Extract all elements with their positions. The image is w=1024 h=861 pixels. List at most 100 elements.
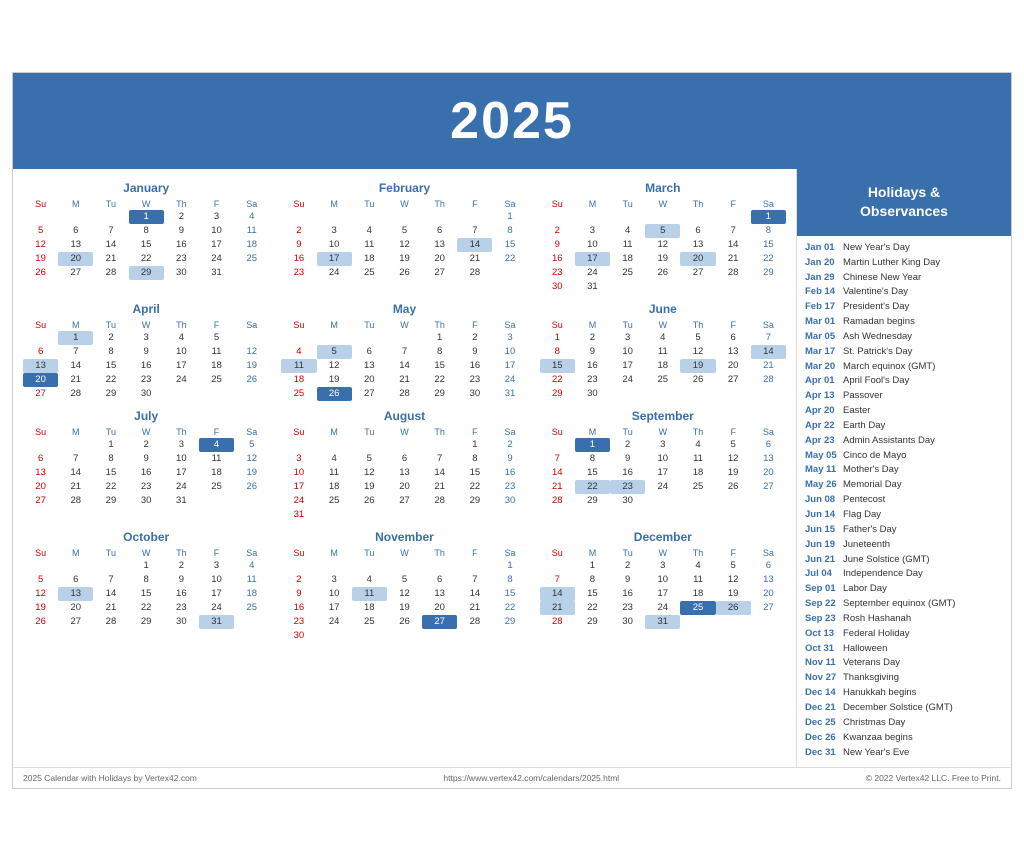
- calendar-day: [387, 331, 422, 345]
- holiday-item: Apr 01April Fool's Day: [805, 375, 1003, 387]
- calendar-day: 23: [610, 601, 645, 615]
- calendar-day: 1: [58, 331, 93, 345]
- month-june: JuneSuMTuWThFSa1234567891011121314151617…: [540, 302, 786, 401]
- calendar-day: [317, 508, 352, 522]
- holiday-item: Sep 22September equinox (GMT): [805, 598, 1003, 610]
- calendar-day: [234, 387, 269, 401]
- calendar-day: 10: [575, 238, 610, 252]
- calendar-day: 21: [457, 601, 492, 615]
- calendar-table: SuMTuWThFSa12345678910111213141516171819…: [23, 426, 269, 508]
- holiday-name: Chinese New Year: [843, 272, 921, 284]
- calendar-day: 6: [751, 559, 786, 573]
- footer-center: https://www.vertex42.com/calendars/2025.…: [443, 773, 619, 783]
- calendar-day: 3: [645, 438, 680, 452]
- calendar-day: 18: [352, 252, 387, 266]
- calendar-day: 18: [317, 480, 352, 494]
- holiday-name: Martin Luther King Day: [843, 257, 940, 269]
- calendar-day: 22: [492, 601, 527, 615]
- holiday-date: Sep 23: [805, 613, 843, 625]
- footer-right: © 2022 Vertex42 LLC. Free to Print.: [866, 773, 1001, 783]
- calendar-day: 8: [540, 345, 575, 359]
- calendar-day: 24: [164, 373, 199, 387]
- calendar-day: 14: [751, 345, 786, 359]
- calendar-day: 20: [422, 601, 457, 615]
- calendar-day: [352, 210, 387, 224]
- holiday-item: Apr 20Easter: [805, 405, 1003, 417]
- calendar-day: [680, 280, 715, 294]
- holiday-item: Apr 22Earth Day: [805, 420, 1003, 432]
- calendar-day: 10: [645, 452, 680, 466]
- holiday-name: St. Patrick's Day: [843, 346, 912, 358]
- calendar-day: 5: [680, 331, 715, 345]
- calendar-day: 14: [93, 238, 128, 252]
- holiday-name: Easter: [843, 405, 870, 417]
- calendar-day: 4: [610, 224, 645, 238]
- calendar-day: [492, 266, 527, 280]
- calendar-day: 28: [58, 494, 93, 508]
- months-grid: JanuarySuMTuWThFSa1234567891011121314151…: [23, 181, 786, 643]
- calendar-day: 27: [422, 615, 457, 629]
- calendar-day: 13: [23, 466, 58, 480]
- month-title: February: [281, 181, 527, 195]
- calendar-day: 12: [352, 466, 387, 480]
- calendar-day: [680, 494, 715, 508]
- calendar-day: [352, 438, 387, 452]
- calendar-day: 8: [492, 573, 527, 587]
- calendar-day: 19: [23, 252, 58, 266]
- calendar-day: 23: [281, 615, 316, 629]
- calendar-day: 12: [645, 238, 680, 252]
- calendar-day: 10: [610, 345, 645, 359]
- calendar-day: [645, 280, 680, 294]
- calendar-day: 3: [575, 224, 610, 238]
- calendar-day: 13: [751, 573, 786, 587]
- month-august: AugustSuMTuWThFSa12345678910111213141516…: [281, 409, 527, 522]
- calendar-day: 3: [129, 331, 164, 345]
- holiday-name: Flag Day: [843, 509, 881, 521]
- calendar-day: [164, 387, 199, 401]
- holiday-name: Thanksgiving: [843, 672, 899, 684]
- calendar-day: 24: [199, 252, 234, 266]
- holiday-name: Hanukkah begins: [843, 687, 916, 699]
- calendar-day: 6: [422, 573, 457, 587]
- calendar-day: 20: [680, 252, 715, 266]
- calendar-day: 30: [164, 266, 199, 280]
- holiday-date: Apr 01: [805, 375, 843, 387]
- calendar-day: 25: [234, 252, 269, 266]
- calendar-day: [422, 438, 457, 452]
- calendar-day: [234, 615, 269, 629]
- calendar-day: 1: [457, 438, 492, 452]
- calendar-day: 28: [540, 615, 575, 629]
- calendar-day: [575, 210, 610, 224]
- calendar-day: 10: [199, 573, 234, 587]
- calendar-day: [422, 210, 457, 224]
- calendar-day: 27: [387, 494, 422, 508]
- calendar-day: 10: [645, 573, 680, 587]
- calendar-day: [680, 210, 715, 224]
- calendar-day: 1: [575, 559, 610, 573]
- calendar-day: 4: [281, 345, 316, 359]
- calendar-day: 9: [281, 238, 316, 252]
- calendar-day: 28: [93, 266, 128, 280]
- calendar-day: 10: [164, 345, 199, 359]
- calendar-day: 31: [575, 280, 610, 294]
- calendar-day: 10: [164, 452, 199, 466]
- calendar-day: 8: [575, 452, 610, 466]
- calendar-day: [387, 210, 422, 224]
- calendar-day: 15: [129, 587, 164, 601]
- calendar-day: 9: [457, 345, 492, 359]
- calendar-day: 6: [58, 573, 93, 587]
- calendar-day: 24: [164, 480, 199, 494]
- calendar-day: 16: [610, 466, 645, 480]
- calendar-day: 3: [317, 224, 352, 238]
- calendar-day: [317, 331, 352, 345]
- calendar-day: 16: [610, 587, 645, 601]
- calendar-day: 5: [317, 345, 352, 359]
- calendar-day: 29: [422, 387, 457, 401]
- calendar-day: 1: [129, 210, 164, 224]
- calendar-table: SuMTuWThFSa12345678910111213141516171819…: [23, 319, 269, 401]
- calendar-day: 21: [716, 252, 751, 266]
- holiday-item: Sep 23Rosh Hashanah: [805, 613, 1003, 625]
- calendar-day: 25: [680, 601, 715, 615]
- calendar-day: [540, 559, 575, 573]
- footer-left: 2025 Calendar with Holidays by Vertex42.…: [23, 773, 197, 783]
